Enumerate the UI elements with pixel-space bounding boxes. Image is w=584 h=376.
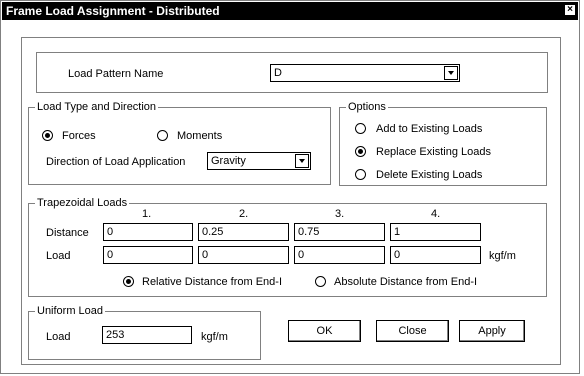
distance-3-input[interactable]: 0.75 (294, 223, 385, 241)
options-legend: Options (346, 100, 388, 114)
load-1-input[interactable]: 0 (103, 246, 193, 264)
distance-1-input[interactable]: 0 (103, 223, 193, 241)
trapezoidal-unit: kgf/m (489, 250, 516, 262)
relative-distance-label[interactable]: Relative Distance from End-I (142, 275, 282, 289)
delete-existing-label[interactable]: Delete Existing Loads (376, 168, 482, 182)
load-3-input[interactable]: 0 (294, 246, 385, 264)
add-existing-label[interactable]: Add to Existing Loads (376, 122, 482, 136)
column-header-4: 4. (431, 208, 441, 220)
replace-existing-label[interactable]: Replace Existing Loads (376, 145, 491, 159)
ok-button[interactable]: OK (288, 320, 361, 342)
direction-select[interactable]: Gravity (207, 152, 311, 170)
moments-label[interactable]: Moments (177, 129, 222, 143)
chevron-down-icon[interactable] (444, 66, 458, 80)
close-button[interactable]: Close (376, 320, 449, 342)
load-type-legend: Load Type and Direction (35, 100, 159, 114)
load-type-group: Load Type and Direction Forces Moments D… (28, 100, 331, 185)
moments-radio[interactable] (157, 130, 168, 141)
load-pattern-label: Load Pattern Name (68, 68, 164, 80)
load-4-input[interactable]: 0 (390, 246, 481, 264)
add-existing-radio[interactable] (355, 123, 366, 134)
replace-existing-radio[interactable] (355, 146, 366, 157)
distance-2-input[interactable]: 0.25 (198, 223, 289, 241)
uniform-load-input[interactable]: 253 (102, 326, 192, 344)
direction-value: Gravity (211, 155, 246, 167)
column-header-2: 2. (239, 208, 249, 220)
column-header-3: 3. (335, 208, 345, 220)
direction-label: Direction of Load Application (46, 156, 186, 168)
forces-label[interactable]: Forces (62, 129, 96, 143)
load-label: Load (46, 250, 71, 262)
close-icon[interactable]: × (565, 5, 575, 15)
options-group: Options Add to Existing Loads Replace Ex… (339, 100, 547, 186)
load-2-input[interactable]: 0 (198, 246, 289, 264)
uniform-load-label: Load (46, 331, 71, 343)
title-bar[interactable]: Frame Load Assignment - Distributed × (2, 2, 578, 20)
relative-distance-radio[interactable] (123, 276, 134, 287)
absolute-distance-radio[interactable] (315, 276, 326, 287)
distance-4-input[interactable]: 1 (390, 223, 481, 241)
uniform-load-legend: Uniform Load (35, 304, 106, 318)
trapezoidal-group: Trapezoidal Loads 1. 2. 3. 4. Distance 0… (28, 196, 547, 297)
column-header-1: 1. (142, 208, 152, 220)
uniform-load-unit: kgf/m (201, 331, 228, 343)
forces-radio[interactable] (42, 130, 53, 141)
window-title: Frame Load Assignment - Distributed (6, 4, 220, 18)
load-pattern-select[interactable]: D (270, 64, 460, 82)
distance-label: Distance (46, 227, 89, 239)
load-pattern-value: D (274, 67, 282, 79)
frame-load-assignment-dialog: Frame Load Assignment - Distributed × Lo… (0, 0, 580, 374)
absolute-distance-label[interactable]: Absolute Distance from End-I (334, 275, 477, 289)
uniform-load-group: Uniform Load Load 253 kgf/m (28, 304, 261, 360)
delete-existing-radio[interactable] (355, 169, 366, 180)
chevron-down-icon[interactable] (295, 154, 309, 168)
trapezoidal-legend: Trapezoidal Loads (35, 196, 130, 210)
apply-button[interactable]: Apply (459, 320, 525, 342)
load-pattern-group: Load Pattern Name D (36, 52, 548, 93)
dialog-panel: Load Pattern Name D Load Type and Direct… (21, 37, 561, 365)
